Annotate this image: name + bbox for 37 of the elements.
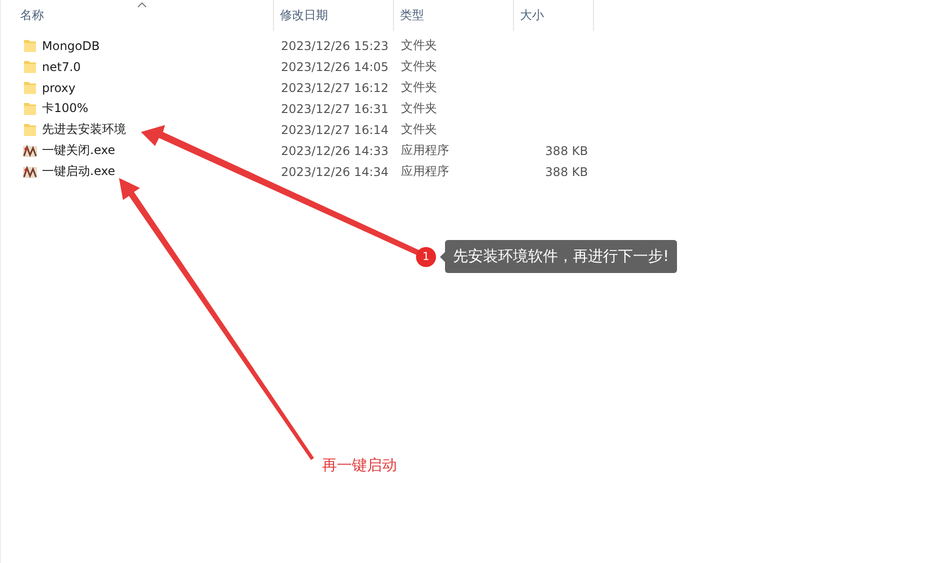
file-name[interactable]: net7.0 [42,60,81,74]
app-icon [22,164,38,180]
file-type: 文件夹 [401,121,437,138]
file-type: 应用程序 [401,142,449,159]
app-icon [22,142,38,158]
file-type: 应用程序 [401,163,449,180]
file-name[interactable]: 一键关闭.exe [42,142,116,159]
modified-date: 2023/12/26 15:23 [281,38,389,52]
file-name[interactable]: proxy [42,80,76,94]
file-name[interactable]: 一键启动.exe [42,163,116,180]
file-name[interactable]: 先进去安装环境 [42,121,126,138]
file-size: 388 KB [545,144,588,158]
folder-icon [22,38,38,54]
column-header[interactable]: 名称 [1,0,274,31]
column-header[interactable]: 修改日期 [274,0,394,31]
file-type: 文件夹 [401,100,437,117]
folder-icon [22,100,38,116]
folder-icon [22,122,38,138]
modified-date: 2023/12/26 14:33 [281,144,389,158]
file-name[interactable]: MongoDB [42,38,100,52]
modified-date: 2023/12/27 16:31 [281,102,389,116]
annotation-text: 再一键启动 [322,456,397,474]
file-size: 388 KB [545,164,588,178]
modified-date: 2023/12/26 14:05 [281,60,389,74]
folder-icon [22,58,38,74]
column-header[interactable]: 大小 [514,0,594,31]
file-type: 文件夹 [401,37,437,54]
file-name[interactable]: 卡100% [42,100,88,117]
modified-date: 2023/12/26 14:34 [281,164,389,178]
folder-icon [22,80,38,96]
callout-tooltip: 先安装环境软件，再进行下一步! [445,240,678,273]
modified-date: 2023/12/27 16:14 [281,122,389,136]
file-type: 文件夹 [401,79,437,96]
modified-date: 2023/12/27 16:12 [281,80,389,94]
step-badge: 1 [416,246,436,266]
column-header[interactable]: 类型 [394,0,514,31]
file-type: 文件夹 [401,58,437,75]
